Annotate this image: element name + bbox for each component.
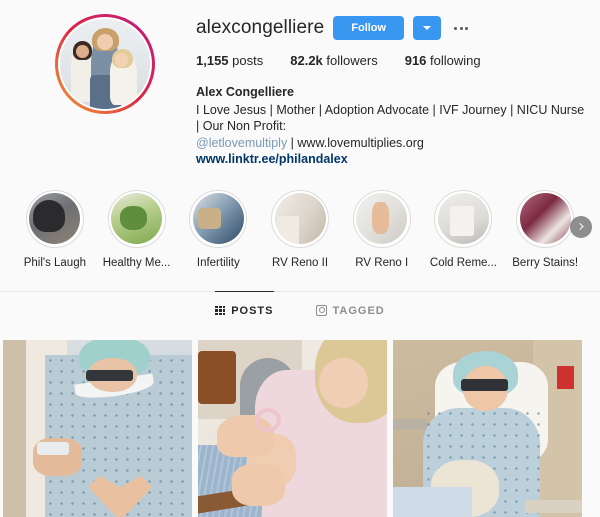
stat-followers[interactable]: 82.2k followers xyxy=(290,53,377,68)
followers-label: followers xyxy=(326,53,378,68)
grid-icon xyxy=(215,305,226,316)
bio-website-text: www.lovemultiplies.org xyxy=(297,135,424,150)
highlight-cover xyxy=(189,189,248,248)
bio-links-line: @letlovemultiply | www.lovemultiplies.or… xyxy=(196,135,586,152)
tag-person-icon xyxy=(315,305,327,316)
highlight-cover xyxy=(516,189,575,248)
stat-following[interactable]: 916 following xyxy=(405,53,481,68)
highlight-label: Berry Stains! xyxy=(512,256,579,269)
highlight-item[interactable]: RV Reno II xyxy=(259,189,341,269)
highlight-item[interactable]: RV Reno I xyxy=(341,189,423,269)
highlight-item[interactable]: Cold Reme... xyxy=(423,189,505,269)
stat-posts[interactable]: 1,155 posts xyxy=(196,53,263,68)
bio-separator: | xyxy=(287,135,298,150)
highlight-cover xyxy=(352,189,411,248)
highlight-item[interactable]: Infertility xyxy=(177,189,259,269)
profile-info-column: alexcongelliere Follow 1,155 posts 82.2k… xyxy=(196,10,586,168)
story-ring[interactable] xyxy=(55,14,155,114)
highlight-item[interactable]: Healthy Me... xyxy=(96,189,178,269)
highlight-label: RV Reno II xyxy=(271,256,329,269)
highlight-item[interactable]: Phil's Laugh xyxy=(14,189,96,269)
chevron-right-icon[interactable] xyxy=(570,215,592,238)
highlight-label: RV Reno I xyxy=(355,256,409,269)
highlight-label: Healthy Me... xyxy=(102,256,171,269)
highlight-cover xyxy=(271,189,330,248)
highlight-label: Infertility xyxy=(196,256,240,269)
followers-count: 82.2k xyxy=(290,53,323,68)
post-thumbnail[interactable] xyxy=(3,339,192,517)
full-name: Alex Congelliere xyxy=(196,85,294,99)
page-title: alexcongelliere xyxy=(196,17,325,38)
bio-text: I Love Jesus | Mother | Adoption Advocat… xyxy=(196,102,585,134)
chevron-down-icon xyxy=(423,26,432,30)
highlight-cover xyxy=(107,189,166,248)
avatar-column xyxy=(14,10,196,168)
following-count: 916 xyxy=(404,53,427,68)
highlight-label: Cold Reme... xyxy=(429,256,497,269)
bio-external-link[interactable]: www.linktr.ee/philandalex xyxy=(196,151,586,168)
bio-mention-link[interactable]: @letlovemultiply xyxy=(196,136,287,150)
tab-posts-label: POSTS xyxy=(231,304,274,317)
post-thumbnail[interactable] xyxy=(393,339,582,517)
posts-label: posts xyxy=(232,53,264,68)
story-highlights: Phil's Laugh Healthy Me... Infertility R… xyxy=(0,189,600,269)
more-options-button[interactable] xyxy=(450,16,472,40)
highlight-cover xyxy=(25,189,84,248)
stats-row: 1,155 posts 82.2k followers 916 followin… xyxy=(196,53,586,68)
tab-tagged[interactable]: TAGGED xyxy=(315,291,385,329)
highlight-cover xyxy=(434,189,493,248)
tab-posts[interactable]: POSTS xyxy=(215,290,274,329)
post-thumbnail[interactable] xyxy=(198,339,387,517)
profile-tabs: POSTS TAGGED xyxy=(0,290,600,329)
profile-header: alexcongelliere Follow 1,155 posts 82.2k… xyxy=(0,0,600,168)
username-row: alexcongelliere Follow xyxy=(196,16,586,40)
posts-count: 1,155 xyxy=(196,53,229,68)
avatar[interactable] xyxy=(60,19,150,109)
highlight-label: Phil's Laugh xyxy=(23,256,86,269)
follow-options-button[interactable] xyxy=(413,16,442,40)
follow-button[interactable]: Follow xyxy=(333,16,405,40)
bio-block: Alex Congelliere I Love Jesus | Mother |… xyxy=(196,84,586,168)
tab-tagged-label: TAGGED xyxy=(332,304,385,317)
following-label: following xyxy=(430,53,481,68)
instagram-profile-page: alexcongelliere Follow 1,155 posts 82.2k… xyxy=(0,0,600,517)
ellipsis-icon xyxy=(454,26,469,30)
avatar-inner xyxy=(58,17,152,111)
post-grid xyxy=(0,339,600,517)
